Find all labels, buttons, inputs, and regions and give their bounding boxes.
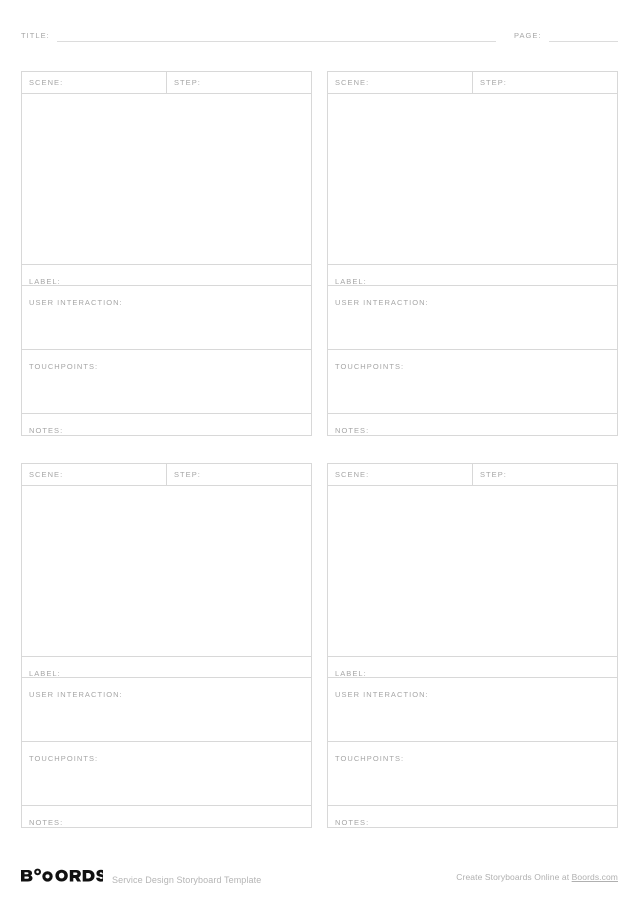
boords-website-link[interactable]: Boords.com [572, 872, 618, 882]
notes-label: NOTES: [335, 426, 370, 435]
panel-header-row: SCENE: STEP: [328, 72, 617, 94]
footer-tagline: Service Design Storyboard Template [112, 875, 262, 885]
notes-label: NOTES: [29, 818, 64, 827]
label-label: LABEL: [335, 669, 367, 678]
page-write-line[interactable] [548, 40, 618, 42]
scene-field[interactable]: SCENE: [22, 464, 167, 485]
storyboard-panel-2[interactable]: SCENE: STEP: LABEL: USER INTERACTION: TO… [327, 71, 618, 436]
label-field[interactable]: LABEL: [22, 657, 311, 678]
document-footer: Service Design Storyboard Template Creat… [21, 866, 618, 888]
step-label: STEP: [480, 78, 507, 87]
notes-field[interactable]: NOTES: [328, 806, 617, 827]
user-interaction-field[interactable]: USER INTERACTION: [22, 286, 311, 350]
step-label: STEP: [174, 78, 201, 87]
touchpoints-field[interactable]: TOUCHPOINTS: [328, 742, 617, 806]
label-field[interactable]: LABEL: [22, 265, 311, 286]
notes-field[interactable]: NOTES: [22, 414, 311, 435]
scene-field[interactable]: SCENE: [22, 72, 167, 93]
panel-header-row: SCENE: STEP: [22, 464, 311, 486]
storyboard-panel-grid: SCENE: STEP: LABEL: USER INTERACTION: TO… [21, 71, 618, 828]
user-interaction-label: USER INTERACTION: [335, 690, 429, 699]
label-field[interactable]: LABEL: [328, 657, 617, 678]
scene-label: SCENE: [335, 78, 370, 87]
panel-image-frame[interactable] [22, 486, 311, 657]
user-interaction-field[interactable]: USER INTERACTION: [328, 678, 617, 742]
storyboard-panel-1[interactable]: SCENE: STEP: LABEL: USER INTERACTION: TO… [21, 71, 312, 436]
storyboard-template-page: TITLE: PAGE: SCENE: STEP: LABEL: USER IN… [0, 0, 640, 905]
storyboard-panel-4[interactable]: SCENE: STEP: LABEL: USER INTERACTION: TO… [327, 463, 618, 828]
page-field[interactable]: PAGE: [514, 31, 618, 42]
touchpoints-label: TOUCHPOINTS: [335, 754, 405, 763]
step-field[interactable]: STEP: [167, 72, 311, 93]
panel-header-row: SCENE: STEP: [22, 72, 311, 94]
scene-field[interactable]: SCENE: [328, 72, 473, 93]
scene-field[interactable]: SCENE: [328, 464, 473, 485]
boords-logo [21, 868, 103, 883]
label-label: LABEL: [29, 277, 61, 286]
touchpoints-label: TOUCHPOINTS: [29, 754, 99, 763]
footer-branding: Service Design Storyboard Template [21, 868, 261, 886]
title-write-line[interactable] [56, 40, 496, 42]
user-interaction-field[interactable]: USER INTERACTION: [22, 678, 311, 742]
panel-header-row: SCENE: STEP: [328, 464, 617, 486]
storyboard-panel-3[interactable]: SCENE: STEP: LABEL: USER INTERACTION: TO… [21, 463, 312, 828]
user-interaction-label: USER INTERACTION: [335, 298, 429, 307]
user-interaction-label: USER INTERACTION: [29, 298, 123, 307]
panel-row-1: SCENE: STEP: LABEL: USER INTERACTION: TO… [21, 71, 618, 436]
footer-cta: Create Storyboards Online at Boords.com [456, 872, 618, 882]
panel-row-2: SCENE: STEP: LABEL: USER INTERACTION: TO… [21, 463, 618, 828]
notes-field[interactable]: NOTES: [328, 414, 617, 435]
scene-label: SCENE: [29, 78, 64, 87]
title-field[interactable]: TITLE: [21, 31, 496, 42]
page-label: PAGE: [514, 31, 542, 40]
touchpoints-label: TOUCHPOINTS: [29, 362, 99, 371]
touchpoints-field[interactable]: TOUCHPOINTS: [22, 742, 311, 806]
touchpoints-field[interactable]: TOUCHPOINTS: [22, 350, 311, 414]
user-interaction-label: USER INTERACTION: [29, 690, 123, 699]
panel-image-frame[interactable] [328, 94, 617, 265]
document-header: TITLE: PAGE: [21, 24, 618, 42]
touchpoints-label: TOUCHPOINTS: [335, 362, 405, 371]
step-label: STEP: [480, 470, 507, 479]
step-field[interactable]: STEP: [167, 464, 311, 485]
scene-label: SCENE: [335, 470, 370, 479]
title-label: TITLE: [21, 31, 50, 40]
step-field[interactable]: STEP: [473, 464, 617, 485]
step-label: STEP: [174, 470, 201, 479]
user-interaction-field[interactable]: USER INTERACTION: [328, 286, 617, 350]
step-field[interactable]: STEP: [473, 72, 617, 93]
panel-image-frame[interactable] [22, 94, 311, 265]
touchpoints-field[interactable]: TOUCHPOINTS: [328, 350, 617, 414]
notes-label: NOTES: [29, 426, 64, 435]
label-label: LABEL: [335, 277, 367, 286]
notes-field[interactable]: NOTES: [22, 806, 311, 827]
footer-cta-text: Create Storyboards Online at [456, 872, 572, 882]
panel-image-frame[interactable] [328, 486, 617, 657]
notes-label: NOTES: [335, 818, 370, 827]
label-field[interactable]: LABEL: [328, 265, 617, 286]
scene-label: SCENE: [29, 470, 64, 479]
label-label: LABEL: [29, 669, 61, 678]
